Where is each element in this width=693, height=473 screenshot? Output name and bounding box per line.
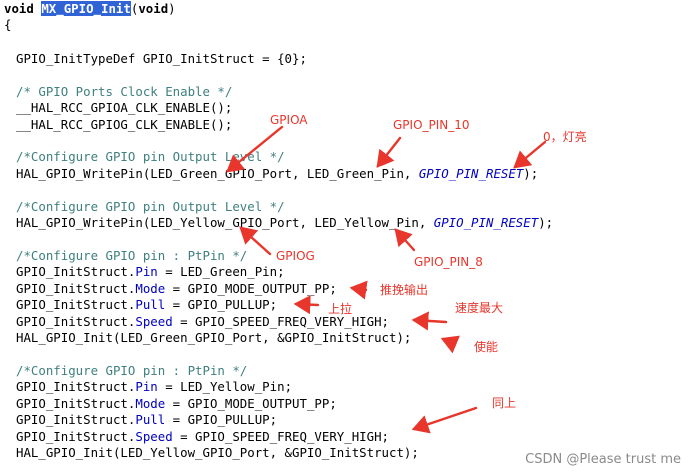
- green-pull-line: GPIO_InitStruct.Pull = GPIO_PULLUP;: [16, 297, 278, 312]
- annotation-gpio-pin-8: GPIO_PIN_8: [414, 255, 483, 269]
- annotation-zero-on: 0，灯亮: [543, 130, 587, 144]
- arrow-push-pull: [349, 280, 368, 300]
- annotation-pull-up: 上拉: [328, 302, 353, 316]
- arrow-gpio-pin-8: [394, 228, 416, 252]
- arrow-zero-on: [513, 140, 547, 169]
- csdn-watermark: CSDN @Please trust me: [525, 452, 681, 467]
- yellow-mode-line: GPIO_InitStruct.Mode = GPIO_MODE_OUTPUT_…: [16, 396, 337, 411]
- yellow-speed-line: GPIO_InitStruct.Speed = GPIO_SPEED_FREQ_…: [16, 429, 390, 444]
- write-pin-green: HAL_GPIO_WritePin(LED_Green_GPIO_Port, L…: [16, 166, 539, 181]
- selected-function-name[interactable]: MX_GPIO_Init: [41, 1, 131, 16]
- annotation-enable: 使能: [474, 340, 499, 354]
- yellow-init-line: HAL_GPIO_Init(LED_Yellow_GPIO_Port, &GPI…: [16, 445, 419, 460]
- annotation-push-pull: 推挽输出: [380, 283, 429, 297]
- clock-enable-a: __HAL_RCC_GPIOA_CLK_ENABLE();: [16, 100, 233, 115]
- pin-config-comment-1: /*Configure GPIO pin : PtPin */: [16, 248, 248, 263]
- arrow-enable: [440, 335, 460, 354]
- declaration-line: GPIO_InitTypeDef GPIO_InitStruct = {0};: [16, 51, 307, 66]
- arrow-max-speed: [411, 311, 448, 331]
- yellow-pin-line: GPIO_InitStruct.Pin = LED_Yellow_Pin;: [16, 379, 293, 394]
- arrow-same-above: [411, 406, 478, 434]
- write-pin-yellow: HAL_GPIO_WritePin(LED_Yellow_GPIO_Port, …: [16, 215, 554, 230]
- green-init-line: HAL_GPIO_Init(LED_Green_GPIO_Port, &GPIO…: [16, 330, 412, 345]
- function-signature: void MX_GPIO_Init(void): [4, 1, 176, 16]
- annotation-gpioa: GPIOA: [270, 113, 308, 127]
- green-pin-line: GPIO_InitStruct.Pin = LED_Green_Pin;: [16, 264, 285, 279]
- annotation-same-above: 同上: [492, 396, 517, 410]
- clock-enable-g: __HAL_RCC_GPIOG_CLK_ENABLE();: [16, 117, 233, 132]
- arrow-pull-up: [293, 295, 320, 315]
- output-level-comment-1: /*Configure GPIO pin Output Level */: [16, 149, 285, 164]
- clock-comment: /* GPIO Ports Clock Enable */: [16, 84, 233, 99]
- output-level-comment-2: /*Configure GPIO pin Output Level */: [16, 199, 285, 214]
- annotation-max-speed: 速度最大: [455, 301, 504, 315]
- annotation-gpiog: GPIOG: [276, 249, 315, 263]
- green-mode-line: GPIO_InitStruct.Mode = GPIO_MODE_OUTPUT_…: [16, 281, 337, 296]
- brace-open: {: [4, 17, 12, 32]
- yellow-pull-line: GPIO_InitStruct.Pull = GPIO_PULLUP;: [16, 412, 278, 427]
- pin-config-comment-2: /*Configure GPIO pin : PtPin */: [16, 363, 248, 378]
- annotation-gpio-pin-10: GPIO_PIN_10: [393, 118, 470, 132]
- arrow-gpio-pin-10: [376, 136, 402, 168]
